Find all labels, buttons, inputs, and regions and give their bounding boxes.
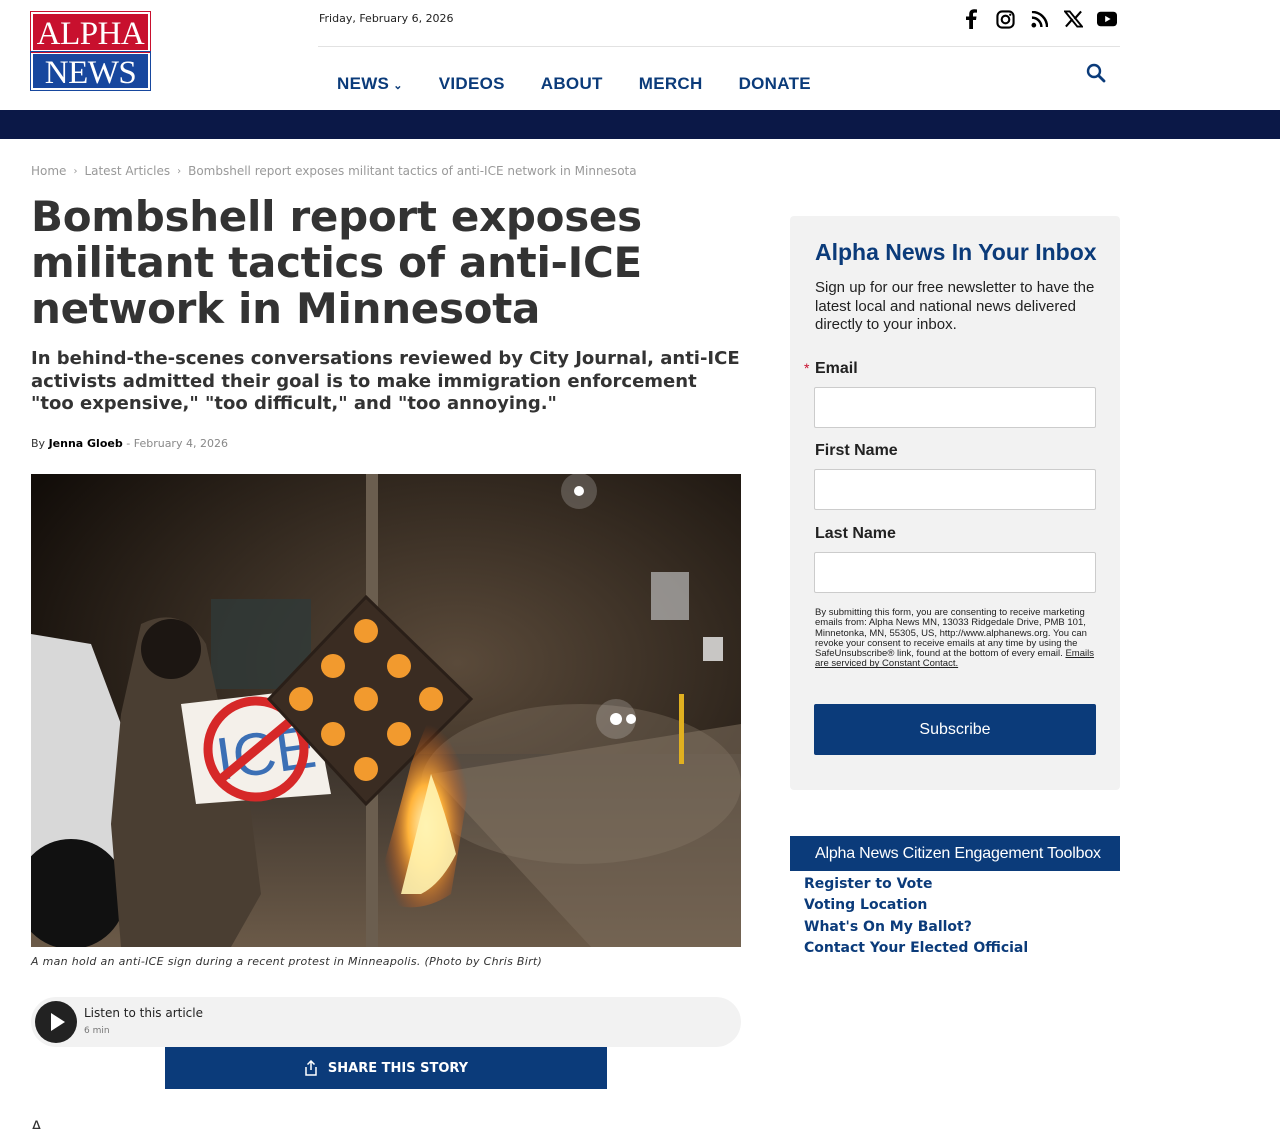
article-body-start: A. (31, 1118, 47, 1129)
logo-line2: NEWS (30, 51, 151, 91)
required-marker: * (804, 360, 810, 376)
last-name-field[interactable] (814, 552, 1096, 593)
breadcrumb: Home › Latest Articles › Bombshell repor… (31, 164, 637, 178)
nav-donate[interactable]: DONATE (739, 74, 811, 94)
breadcrumb-latest[interactable]: Latest Articles (84, 164, 170, 178)
logo-line1: ALPHA (30, 11, 151, 53)
consent-body: By submitting this form, you are consent… (815, 607, 1087, 660)
author-link[interactable]: Jenna Gloeb (49, 437, 123, 450)
email-label: Email (815, 360, 858, 377)
breadcrumb-current: Bombshell report exposes militant tactic… (188, 164, 637, 178)
toolbox-links: Register to Vote Voting Location What's … (804, 874, 1028, 959)
photo-caption: A man hold an anti-ICE sign during a rec… (31, 955, 543, 968)
register-to-vote-link[interactable]: Register to Vote (804, 874, 1028, 895)
x-icon[interactable] (1063, 8, 1083, 30)
newsletter-title: Alpha News In Your Inbox (815, 239, 1097, 265)
email-field[interactable] (814, 387, 1096, 428)
share-label: SHARE THIS STORY (327, 1060, 469, 1076)
chevron-right-icon: › (177, 165, 182, 177)
nav-news[interactable]: NEWS ⌄ (337, 74, 403, 94)
contact-official-link[interactable]: Contact Your Elected Official (804, 938, 1028, 959)
subscribe-button[interactable]: Subscribe (814, 704, 1096, 755)
toolbox-title: Alpha News Citizen Engagement Toolbox (790, 836, 1120, 871)
player-title: Listen to this article (84, 1006, 203, 1020)
header-date: Friday, February 6, 2026 (319, 12, 454, 25)
audio-player: Listen to this article 6 min (31, 997, 741, 1047)
instagram-icon[interactable] (995, 8, 1015, 30)
consent-text: By submitting this form, you are consent… (815, 607, 1097, 670)
nav-merch[interactable]: MERCH (639, 74, 703, 94)
chevron-down-icon: ⌄ (393, 80, 403, 92)
breadcrumb-home[interactable]: Home (31, 164, 66, 178)
player-duration: 6 min (84, 1026, 110, 1036)
byline-prefix: By (31, 437, 46, 450)
social-links (961, 8, 1117, 30)
share-icon (305, 1060, 317, 1076)
first-name-label: First Name (815, 442, 898, 459)
play-icon[interactable] (35, 1001, 77, 1043)
newsletter-intro: Sign up for our free newsletter to have … (815, 279, 1095, 333)
main-nav: NEWS ⌄ VIDEOS ABOUT MERCH DONATE (337, 74, 811, 94)
last-name-label: Last Name (815, 525, 896, 542)
newsletter-signup: Alpha News In Your Inbox Sign up for our… (790, 216, 1120, 790)
youtube-icon[interactable] (1097, 8, 1117, 30)
byline-separator: - (126, 437, 131, 450)
site-logo[interactable]: ALPHA NEWS (30, 11, 151, 92)
chevron-right-icon: › (73, 165, 78, 177)
ballot-link[interactable]: What's On My Ballot? (804, 917, 1028, 938)
share-button[interactable]: SHARE THIS STORY (165, 1047, 607, 1089)
byline: By Jenna Gloeb - February 4, 2026 (31, 437, 228, 450)
article-date: February 4, 2026 (133, 437, 228, 450)
voting-location-link[interactable]: Voting Location (804, 895, 1028, 916)
header-divider (318, 46, 1120, 47)
article-title: Bombshell report exposes militant tactic… (31, 192, 642, 333)
nav-about[interactable]: ABOUT (541, 74, 603, 94)
facebook-icon[interactable] (961, 8, 981, 30)
article-photo: ICE (31, 474, 741, 947)
rss-icon[interactable] (1029, 8, 1049, 30)
nav-videos[interactable]: VIDEOS (439, 74, 505, 94)
header-band (0, 110, 1280, 139)
first-name-field[interactable] (814, 469, 1096, 510)
article-dek: In behind-the-scenes conversations revie… (31, 348, 740, 414)
search-icon[interactable] (1085, 62, 1107, 84)
